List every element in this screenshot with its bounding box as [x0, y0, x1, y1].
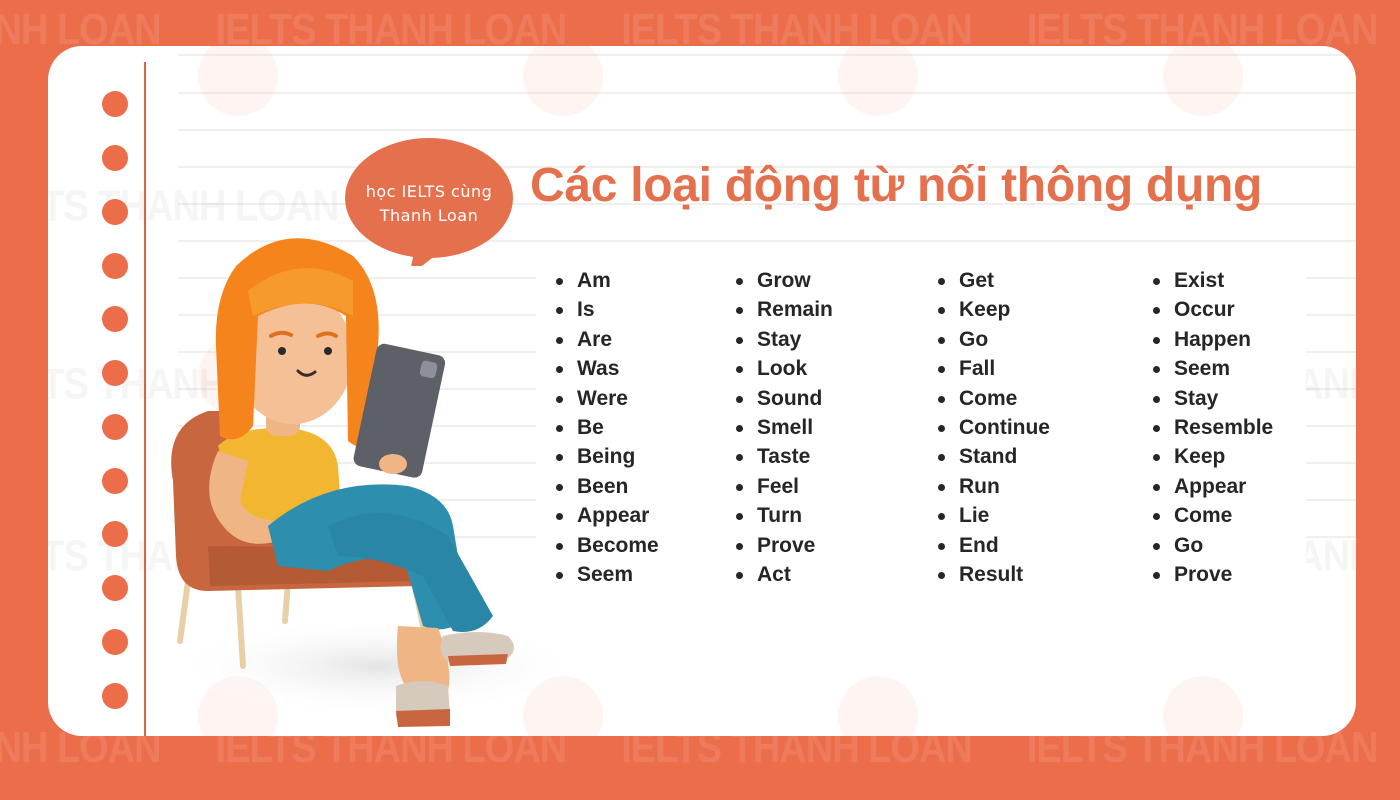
list-item: Go: [938, 325, 1050, 354]
binder-ring: [102, 253, 128, 279]
list-item: Go: [1153, 531, 1273, 560]
list-item: Smell: [736, 413, 833, 442]
list-item: Seem: [1153, 354, 1273, 383]
binder-ring: [102, 629, 128, 655]
list-item: Prove: [1153, 560, 1273, 589]
binder-ring: [102, 468, 128, 494]
list-item: End: [938, 531, 1050, 560]
list-item: Occur: [1153, 295, 1273, 324]
watermark-logo: [198, 46, 278, 116]
binder-ring: [102, 683, 128, 709]
binder-ring: [102, 306, 128, 332]
list-item: Run: [938, 472, 1050, 501]
watermark-logo: [1163, 46, 1243, 116]
list-item: Stay: [1153, 384, 1273, 413]
word-list-column-3: Get Keep Go Fall Come Continue Stand Run…: [938, 266, 1050, 589]
list-item: Come: [1153, 501, 1273, 530]
list-item: Been: [556, 472, 659, 501]
list-item: Sound: [736, 384, 833, 413]
list-item: Were: [556, 384, 659, 413]
list-item: Fall: [938, 354, 1050, 383]
list-item: Appear: [556, 501, 659, 530]
list-item: Resemble: [1153, 413, 1273, 442]
list-item: Remain: [736, 295, 833, 324]
ruled-line: [178, 129, 1356, 131]
word-list-column-1: Am Is Are Was Were Be Being Been Appear …: [556, 266, 659, 589]
margin-line: [144, 62, 146, 736]
binder-ring: [102, 91, 128, 117]
list-item: Become: [556, 531, 659, 560]
list-item: Grow: [736, 266, 833, 295]
list-item: Keep: [1153, 442, 1273, 471]
watermark-logo: [838, 676, 918, 736]
list-item: Stand: [938, 442, 1050, 471]
watermark-logo: [523, 46, 603, 116]
word-list-column-4: Exist Occur Happen Seem Stay Resemble Ke…: [1153, 266, 1273, 589]
list-item: Appear: [1153, 472, 1273, 501]
list-item: Act: [736, 560, 833, 589]
notebook-card: IELTS THANH LOAN IELTS THANH LOAN IELTS …: [48, 46, 1356, 736]
list-item: Am: [556, 266, 659, 295]
binder-ring: [102, 414, 128, 440]
list-item: Exist: [1153, 266, 1273, 295]
binder-ring: [102, 145, 128, 171]
list-item: Taste: [736, 442, 833, 471]
eye: [278, 347, 286, 355]
watermark-logo: [1163, 676, 1243, 736]
binder-ring: [102, 575, 128, 601]
list-item: Seem: [556, 560, 659, 589]
list-item: Is: [556, 295, 659, 324]
list-item: Get: [938, 266, 1050, 295]
list-item: Stay: [736, 325, 833, 354]
page-title: Các loại động từ nối thông dụng: [530, 159, 1263, 212]
list-item: Keep: [938, 295, 1050, 324]
list-item: Being: [556, 442, 659, 471]
eye: [324, 347, 332, 355]
speech-bubble-line: học IELTS cùng: [365, 182, 493, 201]
list-item: Result: [938, 560, 1050, 589]
list-item: Are: [556, 325, 659, 354]
list-item: Look: [736, 354, 833, 383]
speech-bubble-text: học IELTS cùng Thanh Loan: [345, 180, 513, 228]
list-item: Be: [556, 413, 659, 442]
word-list-column-2: Grow Remain Stay Look Sound Smell Taste …: [736, 266, 833, 589]
list-item: Prove: [736, 531, 833, 560]
binder-ring: [102, 521, 128, 547]
binder-ring: [102, 199, 128, 225]
list-item: Feel: [736, 472, 833, 501]
list-item: Come: [938, 384, 1050, 413]
list-item: Happen: [1153, 325, 1273, 354]
list-item: Was: [556, 354, 659, 383]
list-item: Lie: [938, 501, 1050, 530]
list-item: Continue: [938, 413, 1050, 442]
speech-bubble-line: Thanh Loan: [379, 206, 479, 225]
binder-ring: [102, 360, 128, 386]
girl-reading-tablet-illustration: [168, 238, 578, 727]
list-item: Turn: [736, 501, 833, 530]
watermark-logo: [838, 46, 918, 116]
